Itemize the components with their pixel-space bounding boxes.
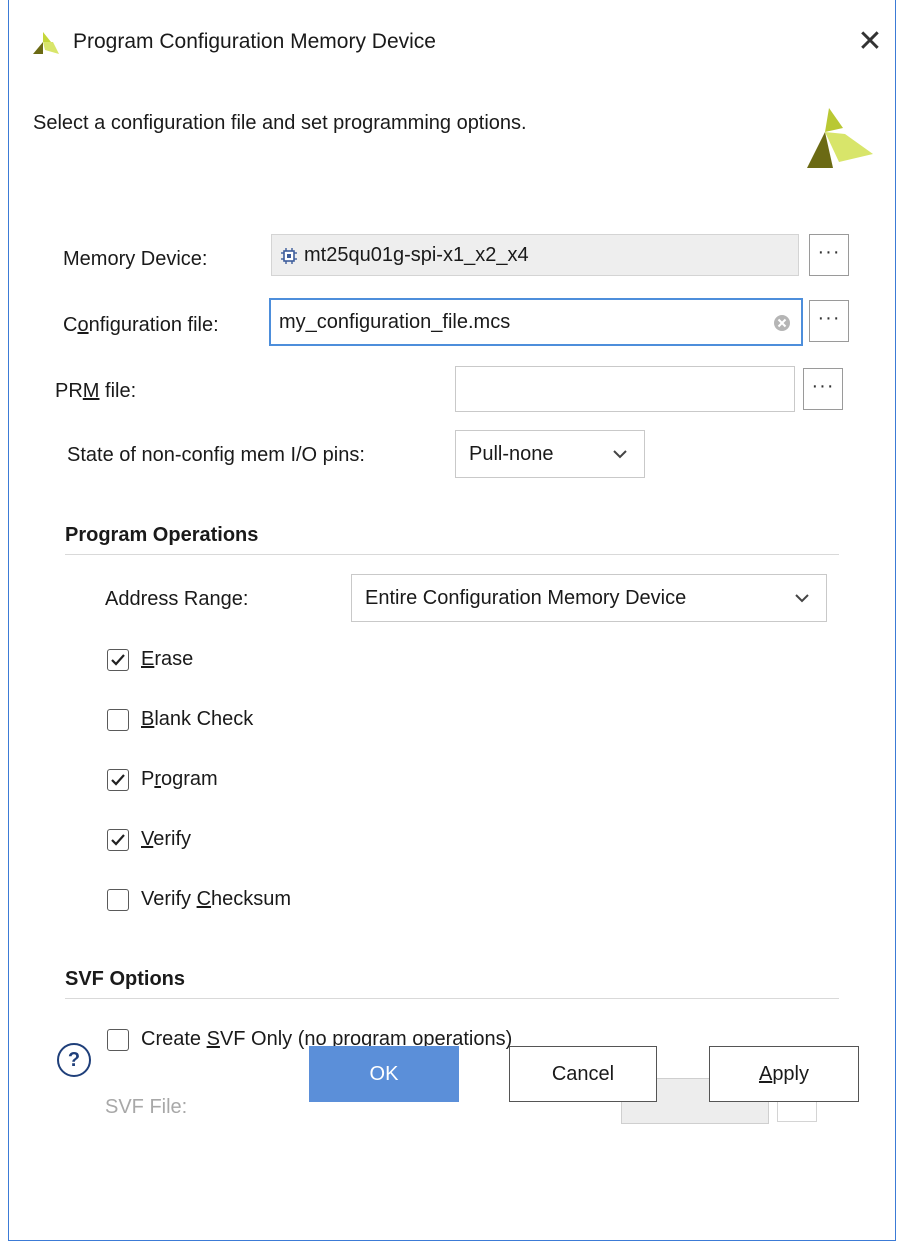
- config-file-browse-button[interactable]: ···: [809, 300, 849, 342]
- program-checkbox-row[interactable]: Program: [107, 768, 218, 791]
- verify-checkbox-row[interactable]: Verify: [107, 828, 191, 851]
- title-bar[interactable]: Program Configuration Memory Device ✕: [9, 0, 895, 88]
- verify-checkbox[interactable]: [107, 828, 129, 851]
- memory-device-value: mt25qu01g-spi-x1_x2_x4: [304, 244, 529, 266]
- verify-checksum-checkbox[interactable]: [107, 888, 129, 911]
- chevron-down-icon: [795, 594, 809, 603]
- app-logo-icon: [33, 32, 59, 54]
- window-title: Program Configuration Memory Device: [73, 30, 436, 53]
- ok-button[interactable]: OK: [309, 1046, 459, 1102]
- erase-label: Erase: [141, 648, 194, 670]
- blank-check-checkbox[interactable]: [107, 708, 129, 731]
- config-file-label: Configuration file:: [63, 314, 219, 336]
- verify-label: Verify: [141, 828, 192, 850]
- checkmark-icon: [111, 833, 125, 846]
- prm-file-input[interactable]: [455, 366, 795, 412]
- instruction-text: Select a configuration file and set prog…: [33, 112, 527, 134]
- address-range-select[interactable]: Entire Configuration Memory Device: [351, 574, 827, 622]
- blank-check-label: Blank Check: [141, 708, 254, 730]
- create-svf-checkbox[interactable]: [107, 1028, 129, 1051]
- dialog-window: Program Configuration Memory Device ✕ Se…: [8, 0, 896, 1241]
- memory-device-browse-button[interactable]: ···: [809, 234, 849, 276]
- verify-checksum-label: Verify Checksum: [141, 888, 292, 910]
- checkmark-icon: [111, 773, 125, 786]
- svf-options-title: SVF Options: [65, 968, 185, 990]
- prm-file-browse-button[interactable]: ···: [803, 368, 843, 410]
- cancel-button[interactable]: Cancel: [509, 1046, 657, 1102]
- program-label: Program: [141, 768, 218, 790]
- chip-icon: [281, 248, 297, 264]
- io-pins-value: Pull-none: [469, 443, 554, 465]
- blank-check-checkbox-row[interactable]: Blank Check: [107, 708, 253, 731]
- dialog-content: Select a configuration file and set prog…: [9, 88, 895, 1240]
- close-icon[interactable]: ✕: [855, 24, 885, 60]
- config-file-input[interactable]: my_configuration_file.mcs: [269, 298, 803, 346]
- io-pins-label: State of non-config mem I/O pins:: [67, 444, 365, 466]
- config-file-value: my_configuration_file.mcs: [279, 311, 511, 333]
- program-checkbox[interactable]: [107, 768, 129, 791]
- prm-file-label: PRM file:: [55, 380, 137, 402]
- verify-checksum-checkbox-row[interactable]: Verify Checksum: [107, 888, 291, 911]
- svf-options-divider: [65, 998, 839, 999]
- address-range-label: Address Range:: [105, 588, 249, 610]
- memory-device-label: Memory Device:: [63, 248, 208, 270]
- chevron-down-icon: [613, 450, 627, 459]
- address-range-value: Entire Configuration Memory Device: [365, 587, 687, 609]
- io-pins-select[interactable]: Pull-none: [455, 430, 645, 478]
- vendor-logo-icon: [807, 108, 873, 168]
- memory-device-field: mt25qu01g-spi-x1_x2_x4: [271, 234, 799, 276]
- program-operations-title: Program Operations: [65, 524, 259, 546]
- erase-checkbox-row[interactable]: Erase: [107, 648, 193, 671]
- svf-file-label: SVF File:: [105, 1096, 188, 1118]
- program-operations-divider: [65, 554, 839, 555]
- apply-button[interactable]: Apply: [709, 1046, 859, 1102]
- erase-checkbox[interactable]: [107, 648, 129, 671]
- checkmark-icon: [111, 653, 125, 666]
- help-icon[interactable]: ?: [57, 1043, 91, 1077]
- clear-icon[interactable]: [773, 314, 791, 332]
